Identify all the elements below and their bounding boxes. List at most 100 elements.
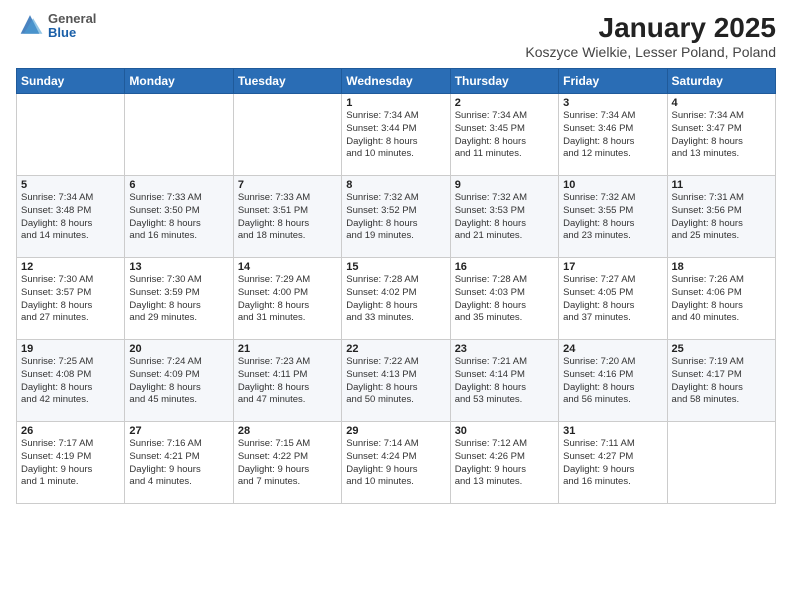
day-number: 15	[346, 261, 445, 273]
day-number: 23	[455, 343, 554, 355]
day-cell: 25Sunrise: 7:19 AM Sunset: 4:17 PM Dayli…	[667, 340, 775, 422]
calendar-subtitle: Koszyce Wielkie, Lesser Poland, Poland	[525, 44, 776, 60]
day-number: 20	[129, 343, 228, 355]
day-cell: 8Sunrise: 7:32 AM Sunset: 3:52 PM Daylig…	[342, 176, 450, 258]
day-info: Sunrise: 7:23 AM Sunset: 4:11 PM Dayligh…	[238, 356, 310, 405]
day-number: 25	[672, 343, 771, 355]
day-info: Sunrise: 7:20 AM Sunset: 4:16 PM Dayligh…	[563, 356, 635, 405]
day-cell	[17, 94, 125, 176]
day-cell	[233, 94, 341, 176]
logo: General Blue	[16, 12, 96, 41]
day-info: Sunrise: 7:33 AM Sunset: 3:51 PM Dayligh…	[238, 192, 310, 241]
day-cell: 9Sunrise: 7:32 AM Sunset: 3:53 PM Daylig…	[450, 176, 558, 258]
day-number: 31	[563, 425, 662, 437]
day-cell: 26Sunrise: 7:17 AM Sunset: 4:19 PM Dayli…	[17, 422, 125, 504]
day-number: 24	[563, 343, 662, 355]
day-cell: 1Sunrise: 7:34 AM Sunset: 3:44 PM Daylig…	[342, 94, 450, 176]
day-number: 11	[672, 179, 771, 191]
day-cell: 6Sunrise: 7:33 AM Sunset: 3:50 PM Daylig…	[125, 176, 233, 258]
week-row-1: 5Sunrise: 7:34 AM Sunset: 3:48 PM Daylig…	[17, 176, 776, 258]
day-cell: 7Sunrise: 7:33 AM Sunset: 3:51 PM Daylig…	[233, 176, 341, 258]
day-number: 16	[455, 261, 554, 273]
header-row: SundayMondayTuesdayWednesdayThursdayFrid…	[17, 69, 776, 94]
day-cell: 30Sunrise: 7:12 AM Sunset: 4:26 PM Dayli…	[450, 422, 558, 504]
day-number: 26	[21, 425, 120, 437]
logo-blue: Blue	[48, 26, 96, 40]
header: General Blue January 2025 Koszyce Wielki…	[16, 12, 776, 60]
title-area: January 2025 Koszyce Wielkie, Lesser Pol…	[525, 12, 776, 60]
day-number: 10	[563, 179, 662, 191]
day-number: 19	[21, 343, 120, 355]
page: General Blue January 2025 Koszyce Wielki…	[0, 0, 792, 612]
day-info: Sunrise: 7:16 AM Sunset: 4:21 PM Dayligh…	[129, 438, 201, 487]
day-number: 13	[129, 261, 228, 273]
day-info: Sunrise: 7:30 AM Sunset: 3:59 PM Dayligh…	[129, 274, 201, 323]
header-cell-sunday: Sunday	[17, 69, 125, 94]
day-cell: 22Sunrise: 7:22 AM Sunset: 4:13 PM Dayli…	[342, 340, 450, 422]
day-cell: 15Sunrise: 7:28 AM Sunset: 4:02 PM Dayli…	[342, 258, 450, 340]
day-cell: 12Sunrise: 7:30 AM Sunset: 3:57 PM Dayli…	[17, 258, 125, 340]
day-cell	[125, 94, 233, 176]
day-info: Sunrise: 7:32 AM Sunset: 3:55 PM Dayligh…	[563, 192, 635, 241]
day-info: Sunrise: 7:34 AM Sunset: 3:44 PM Dayligh…	[346, 110, 418, 159]
day-info: Sunrise: 7:34 AM Sunset: 3:46 PM Dayligh…	[563, 110, 635, 159]
week-row-2: 12Sunrise: 7:30 AM Sunset: 3:57 PM Dayli…	[17, 258, 776, 340]
day-number: 17	[563, 261, 662, 273]
day-info: Sunrise: 7:32 AM Sunset: 3:53 PM Dayligh…	[455, 192, 527, 241]
day-cell: 31Sunrise: 7:11 AM Sunset: 4:27 PM Dayli…	[559, 422, 667, 504]
day-info: Sunrise: 7:14 AM Sunset: 4:24 PM Dayligh…	[346, 438, 418, 487]
header-cell-saturday: Saturday	[667, 69, 775, 94]
header-cell-friday: Friday	[559, 69, 667, 94]
day-cell: 2Sunrise: 7:34 AM Sunset: 3:45 PM Daylig…	[450, 94, 558, 176]
week-row-3: 19Sunrise: 7:25 AM Sunset: 4:08 PM Dayli…	[17, 340, 776, 422]
header-cell-thursday: Thursday	[450, 69, 558, 94]
day-number: 3	[563, 97, 662, 109]
logo-text: General Blue	[48, 12, 96, 41]
day-info: Sunrise: 7:27 AM Sunset: 4:05 PM Dayligh…	[563, 274, 635, 323]
day-number: 30	[455, 425, 554, 437]
day-number: 29	[346, 425, 445, 437]
day-info: Sunrise: 7:28 AM Sunset: 4:03 PM Dayligh…	[455, 274, 527, 323]
day-cell: 23Sunrise: 7:21 AM Sunset: 4:14 PM Dayli…	[450, 340, 558, 422]
day-cell: 3Sunrise: 7:34 AM Sunset: 3:46 PM Daylig…	[559, 94, 667, 176]
day-info: Sunrise: 7:22 AM Sunset: 4:13 PM Dayligh…	[346, 356, 418, 405]
day-number: 18	[672, 261, 771, 273]
logo-general: General	[48, 12, 96, 26]
day-number: 2	[455, 97, 554, 109]
day-cell: 17Sunrise: 7:27 AM Sunset: 4:05 PM Dayli…	[559, 258, 667, 340]
day-number: 5	[21, 179, 120, 191]
day-number: 9	[455, 179, 554, 191]
day-info: Sunrise: 7:28 AM Sunset: 4:02 PM Dayligh…	[346, 274, 418, 323]
day-cell: 18Sunrise: 7:26 AM Sunset: 4:06 PM Dayli…	[667, 258, 775, 340]
day-info: Sunrise: 7:34 AM Sunset: 3:45 PM Dayligh…	[455, 110, 527, 159]
day-info: Sunrise: 7:26 AM Sunset: 4:06 PM Dayligh…	[672, 274, 744, 323]
day-cell: 13Sunrise: 7:30 AM Sunset: 3:59 PM Dayli…	[125, 258, 233, 340]
day-cell	[667, 422, 775, 504]
day-cell: 14Sunrise: 7:29 AM Sunset: 4:00 PM Dayli…	[233, 258, 341, 340]
day-info: Sunrise: 7:34 AM Sunset: 3:48 PM Dayligh…	[21, 192, 93, 241]
day-info: Sunrise: 7:33 AM Sunset: 3:50 PM Dayligh…	[129, 192, 201, 241]
calendar-body: 1Sunrise: 7:34 AM Sunset: 3:44 PM Daylig…	[17, 94, 776, 504]
calendar-header: SundayMondayTuesdayWednesdayThursdayFrid…	[17, 69, 776, 94]
day-info: Sunrise: 7:29 AM Sunset: 4:00 PM Dayligh…	[238, 274, 310, 323]
week-row-4: 26Sunrise: 7:17 AM Sunset: 4:19 PM Dayli…	[17, 422, 776, 504]
day-info: Sunrise: 7:12 AM Sunset: 4:26 PM Dayligh…	[455, 438, 527, 487]
day-info: Sunrise: 7:25 AM Sunset: 4:08 PM Dayligh…	[21, 356, 93, 405]
day-info: Sunrise: 7:19 AM Sunset: 4:17 PM Dayligh…	[672, 356, 744, 405]
day-cell: 28Sunrise: 7:15 AM Sunset: 4:22 PM Dayli…	[233, 422, 341, 504]
day-number: 21	[238, 343, 337, 355]
day-cell: 27Sunrise: 7:16 AM Sunset: 4:21 PM Dayli…	[125, 422, 233, 504]
day-info: Sunrise: 7:21 AM Sunset: 4:14 PM Dayligh…	[455, 356, 527, 405]
day-number: 27	[129, 425, 228, 437]
day-info: Sunrise: 7:32 AM Sunset: 3:52 PM Dayligh…	[346, 192, 418, 241]
day-number: 12	[21, 261, 120, 273]
header-cell-wednesday: Wednesday	[342, 69, 450, 94]
day-number: 8	[346, 179, 445, 191]
day-number: 4	[672, 97, 771, 109]
day-number: 1	[346, 97, 445, 109]
day-info: Sunrise: 7:24 AM Sunset: 4:09 PM Dayligh…	[129, 356, 201, 405]
day-cell: 16Sunrise: 7:28 AM Sunset: 4:03 PM Dayli…	[450, 258, 558, 340]
day-info: Sunrise: 7:11 AM Sunset: 4:27 PM Dayligh…	[563, 438, 635, 487]
day-cell: 4Sunrise: 7:34 AM Sunset: 3:47 PM Daylig…	[667, 94, 775, 176]
day-number: 28	[238, 425, 337, 437]
